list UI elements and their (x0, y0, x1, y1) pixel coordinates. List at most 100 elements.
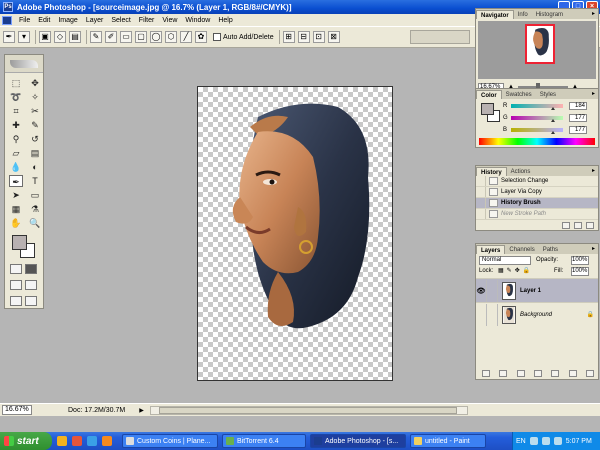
path-subtract-icon[interactable]: ⊟ (297, 31, 310, 43)
blue-channel-value[interactable]: 177 (569, 126, 587, 134)
imageready-button[interactable] (25, 296, 37, 306)
link-layers-icon[interactable] (482, 369, 490, 377)
brush-tool-icon[interactable]: ✎ (28, 119, 42, 131)
notes-tool-icon[interactable]: ▦ (9, 203, 23, 215)
red-channel-slider[interactable] (511, 104, 563, 110)
color-foreground-swatch[interactable] (481, 103, 494, 115)
new-snapshot-icon[interactable] (574, 221, 582, 229)
history-item[interactable]: Layer Via Copy (476, 187, 598, 198)
menu-edit[interactable]: Edit (34, 17, 54, 24)
taskbar-item-bittorrent[interactable]: BitTorrent 6.4 (222, 434, 306, 448)
navigator-view-box[interactable] (525, 24, 555, 64)
adjustment-layer-icon[interactable] (533, 369, 542, 377)
eye-hidden-icon[interactable] (476, 303, 487, 326)
line-icon[interactable]: ╱ (180, 31, 192, 43)
crop-tool-icon[interactable]: ⌗ (9, 105, 23, 117)
quick-launch-icon[interactable] (102, 436, 112, 446)
tray-app-icon[interactable] (553, 437, 562, 445)
tab-history[interactable]: History (476, 167, 507, 176)
trash-icon[interactable] (585, 369, 594, 377)
path-exclude-icon[interactable]: ⊠ (327, 31, 340, 43)
status-zoom-field[interactable]: 16.67% (2, 405, 32, 415)
status-menu-arrow-icon[interactable]: ▶ (139, 407, 144, 414)
tab-swatches[interactable]: Swatches (502, 90, 536, 99)
move-tool-icon[interactable]: ✥ (28, 77, 42, 89)
history-source-box[interactable] (476, 209, 486, 219)
ellipse-icon[interactable]: ◯ (150, 31, 162, 43)
tab-styles[interactable]: Styles (536, 90, 560, 99)
layer-name[interactable]: Background (520, 312, 552, 318)
panel-menu-icon[interactable]: ▸ (592, 245, 595, 252)
layer-style-icon[interactable] (499, 369, 508, 377)
history-source-box[interactable] (476, 176, 486, 186)
freeform-pen-icon[interactable]: ✐ (105, 31, 117, 43)
dodge-tool-icon[interactable]: ◐ (28, 161, 42, 173)
menu-view[interactable]: View (158, 17, 181, 24)
panel-menu-icon[interactable]: ▸ (592, 10, 595, 17)
layer-link-box[interactable] (487, 303, 498, 326)
menu-layer[interactable]: Layer (82, 17, 108, 24)
tab-actions[interactable]: Actions (507, 167, 535, 176)
shape-layers-icon[interactable]: ▣ (39, 31, 51, 43)
taskbar-item-custom-coins[interactable]: Custom Coins | Plane... (122, 434, 218, 448)
menu-select[interactable]: Select (107, 17, 134, 24)
clone-stamp-icon[interactable]: ⚲ (9, 133, 23, 145)
layer-link-box[interactable] (487, 279, 498, 302)
tab-channels[interactable]: Channels (505, 245, 538, 254)
taskbar-item-paint[interactable]: untitled - Paint (410, 434, 486, 448)
screen-mode-full-button[interactable] (25, 280, 37, 290)
history-source-box[interactable] (476, 187, 486, 197)
hand-tool-icon[interactable]: ✋ (9, 217, 23, 229)
history-brush-icon[interactable]: ↺ (28, 133, 42, 145)
quick-launch-icon[interactable] (72, 436, 82, 446)
history-item[interactable]: New Stroke Path (476, 209, 598, 220)
paths-icon[interactable]: ◇ (54, 31, 66, 43)
start-button[interactable]: start (0, 432, 52, 450)
lock-image-icon[interactable]: ✎ (507, 267, 512, 274)
blend-mode-select[interactable]: Normal (479, 256, 531, 265)
fill-field[interactable]: 100% (571, 267, 589, 276)
green-channel-slider[interactable] (511, 116, 563, 122)
quick-launch-icon[interactable] (87, 436, 97, 446)
zoom-tool-icon[interactable]: 🔍 (28, 217, 42, 229)
layer-row[interactable]: Background 🔒 (476, 302, 598, 326)
eraser-tool-icon[interactable]: ▱ (9, 147, 23, 159)
blur-tool-icon[interactable]: 💧 (9, 161, 23, 173)
standard-mode-button[interactable] (10, 264, 22, 274)
shape-tool-icon[interactable]: ▭ (28, 189, 42, 201)
opacity-field[interactable]: 100% (571, 256, 589, 265)
rounded-rectangle-icon[interactable]: ▢ (135, 31, 147, 43)
lock-all-icon[interactable]: 🔒 (523, 267, 530, 274)
lasso-tool-icon[interactable]: ➰ (9, 91, 23, 103)
rectangle-icon[interactable]: ▭ (120, 31, 132, 43)
menu-help[interactable]: Help (214, 17, 236, 24)
green-channel-value[interactable]: 177 (569, 114, 587, 122)
marquee-tool-icon[interactable]: ⬚ (9, 77, 23, 89)
lock-position-icon[interactable]: ✥ (515, 267, 520, 274)
path-selection-icon[interactable]: ➤ (9, 189, 23, 201)
taskbar-item-photoshop[interactable]: Adobe Photoshop - [s... (310, 434, 406, 448)
tab-paths[interactable]: Paths (539, 245, 562, 254)
dropdown-arrow-icon[interactable]: ▾ (18, 31, 30, 43)
layer-mask-icon[interactable] (516, 369, 525, 377)
quick-mask-button[interactable] (25, 264, 37, 274)
panel-menu-icon[interactable]: ▸ (592, 90, 595, 97)
path-intersect-icon[interactable]: ⊡ (312, 31, 325, 43)
history-item[interactable]: Selection Change (476, 176, 598, 187)
document-canvas[interactable] (197, 86, 393, 381)
history-source-box[interactable] (476, 198, 486, 208)
eye-icon[interactable]: 👁 (476, 279, 487, 302)
document-icon[interactable] (2, 15, 12, 25)
horizontal-scrollbar[interactable] (150, 406, 468, 415)
screen-mode-standard-button[interactable] (10, 280, 22, 290)
tab-navigator[interactable]: Navigator (476, 10, 514, 19)
lock-transparency-icon[interactable]: ▦ (498, 267, 504, 274)
menu-filter[interactable]: Filter (135, 17, 159, 24)
tab-layers[interactable]: Layers (476, 245, 506, 254)
menu-file[interactable]: File (15, 17, 34, 24)
magic-wand-icon[interactable]: ✧ (28, 91, 42, 103)
panel-menu-icon[interactable]: ▸ (592, 167, 595, 174)
type-tool-icon[interactable]: T (28, 175, 42, 187)
quick-launch-icon[interactable] (57, 436, 67, 446)
screen-mode-black-button[interactable] (10, 296, 22, 306)
